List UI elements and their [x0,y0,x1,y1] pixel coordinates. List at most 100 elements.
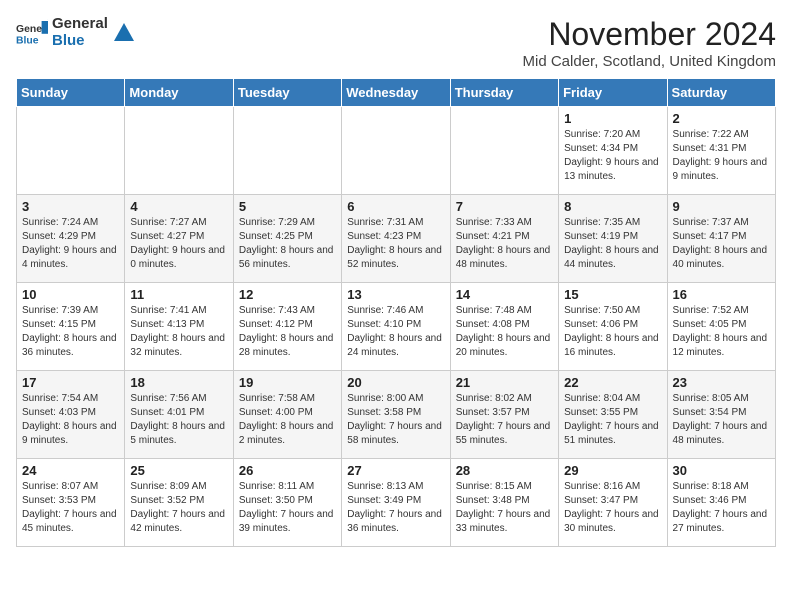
day-number: 24 [22,463,119,478]
calendar-cell: 14Sunrise: 7:48 AMSunset: 4:08 PMDayligh… [450,283,558,371]
week-row-3: 10Sunrise: 7:39 AMSunset: 4:15 PMDayligh… [17,283,776,371]
calendar-header: SundayMondayTuesdayWednesdayThursdayFrid… [17,79,776,107]
day-info: Sunrise: 7:22 AMSunset: 4:31 PMDaylight:… [673,128,770,184]
day-number: 20 [347,375,444,390]
day-info: Sunrise: 7:54 AMSunset: 4:03 PMDaylight:… [22,392,119,448]
day-info: Sunrise: 8:13 AMSunset: 3:49 PMDaylight:… [347,480,444,536]
day-number: 18 [130,375,227,390]
calendar-table: SundayMondayTuesdayWednesdayThursdayFrid… [16,78,776,547]
day-number: 8 [564,199,661,214]
day-number: 12 [239,287,336,302]
calendar-body: 1 Sunrise: 7:20 AMSunset: 4:34 PMDaylight… [17,107,776,547]
calendar-cell: 7Sunrise: 7:33 AMSunset: 4:21 PMDaylight… [450,195,558,283]
calendar-cell [342,107,450,195]
calendar-cell: 15 Sunrise: 7:50 AMSunset: 4:06 PMDayligh… [559,283,667,371]
day-number: 11 [130,287,227,302]
day-info: Sunrise: 8:18 AMSunset: 3:46 PMDaylight:… [673,480,770,536]
location-subtitle: Mid Calder, Scotland, United Kingdom [523,53,776,70]
day-info: Sunrise: 8:11 AMSunset: 3:50 PMDaylight:… [239,480,336,536]
day-info: Sunrise: 8:05 AMSunset: 3:54 PMDaylight:… [673,392,770,448]
calendar-cell: 30 Sunrise: 8:18 AMSunset: 3:46 PMDayligh… [667,459,775,547]
logo-blue: Blue [52,33,108,50]
header-day-saturday: Saturday [667,79,775,107]
week-row-4: 17 Sunrise: 7:54 AMSunset: 4:03 PMDayligh… [17,371,776,459]
calendar-cell: 28Sunrise: 8:15 AMSunset: 3:48 PMDayligh… [450,459,558,547]
calendar-cell [125,107,233,195]
logo-triangle-icon [112,21,136,45]
day-info: Sunrise: 7:24 AMSunset: 4:29 PMDaylight:… [22,216,119,272]
calendar-cell: 25 Sunrise: 8:09 AMSunset: 3:52 PMDayligh… [125,459,233,547]
calendar-cell: 2 Sunrise: 7:22 AMSunset: 4:31 PMDaylight… [667,107,775,195]
day-number: 5 [239,199,336,214]
day-info: Sunrise: 7:56 AMSunset: 4:01 PMDaylight:… [130,392,227,448]
header-day-sunday: Sunday [17,79,125,107]
day-number: 26 [239,463,336,478]
day-info: Sunrise: 7:41 AMSunset: 4:13 PMDaylight:… [130,304,227,360]
day-info: Sunrise: 8:00 AMSunset: 3:58 PMDaylight:… [347,392,444,448]
calendar-cell: 3Sunrise: 7:24 AMSunset: 4:29 PMDaylight… [17,195,125,283]
day-number: 25 [130,463,227,478]
week-row-1: 1 Sunrise: 7:20 AMSunset: 4:34 PMDaylight… [17,107,776,195]
calendar-cell: 13 Sunrise: 7:46 AMSunset: 4:10 PMDayligh… [342,283,450,371]
calendar-cell: 11 Sunrise: 7:41 AMSunset: 4:13 PMDayligh… [125,283,233,371]
month-year-title: November 2024 [523,16,776,53]
day-info: Sunrise: 8:07 AMSunset: 3:53 PMDaylight:… [22,480,119,536]
header-day-friday: Friday [559,79,667,107]
day-info: Sunrise: 7:37 AMSunset: 4:17 PMDaylight:… [673,216,770,272]
calendar-cell: 12 Sunrise: 7:43 AMSunset: 4:12 PMDayligh… [233,283,341,371]
logo-icon: General Blue [16,19,48,47]
day-info: Sunrise: 8:02 AMSunset: 3:57 PMDaylight:… [456,392,553,448]
day-number: 30 [673,463,770,478]
day-number: 2 [673,111,770,126]
calendar-cell: 29 Sunrise: 8:16 AMSunset: 3:47 PMDayligh… [559,459,667,547]
day-info: Sunrise: 7:50 AMSunset: 4:06 PMDaylight:… [564,304,661,360]
calendar-cell: 19 Sunrise: 7:58 AMSunset: 4:00 PMDayligh… [233,371,341,459]
day-number: 28 [456,463,553,478]
day-info: Sunrise: 7:35 AMSunset: 4:19 PMDaylight:… [564,216,661,272]
day-info: Sunrise: 7:46 AMSunset: 4:10 PMDaylight:… [347,304,444,360]
day-info: Sunrise: 7:31 AMSunset: 4:23 PMDaylight:… [347,216,444,272]
day-number: 19 [239,375,336,390]
calendar-cell: 6 Sunrise: 7:31 AMSunset: 4:23 PMDaylight… [342,195,450,283]
day-number: 22 [564,375,661,390]
day-info: Sunrise: 8:09 AMSunset: 3:52 PMDaylight:… [130,480,227,536]
day-number: 4 [130,199,227,214]
week-row-2: 3Sunrise: 7:24 AMSunset: 4:29 PMDaylight… [17,195,776,283]
day-number: 23 [673,375,770,390]
calendar-cell: 1 Sunrise: 7:20 AMSunset: 4:34 PMDaylight… [559,107,667,195]
calendar-cell: 4 Sunrise: 7:27 AMSunset: 4:27 PMDaylight… [125,195,233,283]
calendar-cell: 24 Sunrise: 8:07 AMSunset: 3:53 PMDayligh… [17,459,125,547]
day-number: 6 [347,199,444,214]
calendar-cell: 23 Sunrise: 8:05 AMSunset: 3:54 PMDayligh… [667,371,775,459]
header-day-tuesday: Tuesday [233,79,341,107]
header-day-monday: Monday [125,79,233,107]
day-number: 16 [673,287,770,302]
day-number: 17 [22,375,119,390]
calendar-cell: 27 Sunrise: 8:13 AMSunset: 3:49 PMDayligh… [342,459,450,547]
page-header: General Blue General Blue November 2024 … [16,16,776,70]
header-day-thursday: Thursday [450,79,558,107]
day-info: Sunrise: 7:27 AMSunset: 4:27 PMDaylight:… [130,216,227,272]
day-info: Sunrise: 7:33 AMSunset: 4:21 PMDaylight:… [456,216,553,272]
calendar-cell: 9Sunrise: 7:37 AMSunset: 4:17 PMDaylight… [667,195,775,283]
day-info: Sunrise: 7:29 AMSunset: 4:25 PMDaylight:… [239,216,336,272]
day-info: Sunrise: 8:04 AMSunset: 3:55 PMDaylight:… [564,392,661,448]
calendar-cell: 8 Sunrise: 7:35 AMSunset: 4:19 PMDaylight… [559,195,667,283]
calendar-cell: 5 Sunrise: 7:29 AMSunset: 4:25 PMDaylight… [233,195,341,283]
day-number: 27 [347,463,444,478]
header-row: SundayMondayTuesdayWednesdayThursdayFrid… [17,79,776,107]
day-info: Sunrise: 7:43 AMSunset: 4:12 PMDaylight:… [239,304,336,360]
calendar-cell: 10Sunrise: 7:39 AMSunset: 4:15 PMDayligh… [17,283,125,371]
day-info: Sunrise: 7:58 AMSunset: 4:00 PMDaylight:… [239,392,336,448]
day-info: Sunrise: 7:39 AMSunset: 4:15 PMDaylight:… [22,304,119,360]
day-info: Sunrise: 8:16 AMSunset: 3:47 PMDaylight:… [564,480,661,536]
logo: General Blue General Blue [16,16,136,49]
calendar-cell: 17 Sunrise: 7:54 AMSunset: 4:03 PMDayligh… [17,371,125,459]
logo-general: General [52,16,108,33]
calendar-cell: 16Sunrise: 7:52 AMSunset: 4:05 PMDayligh… [667,283,775,371]
day-number: 13 [347,287,444,302]
day-number: 1 [564,111,661,126]
day-number: 29 [564,463,661,478]
day-info: Sunrise: 7:20 AMSunset: 4:34 PMDaylight:… [564,128,661,184]
day-number: 15 [564,287,661,302]
